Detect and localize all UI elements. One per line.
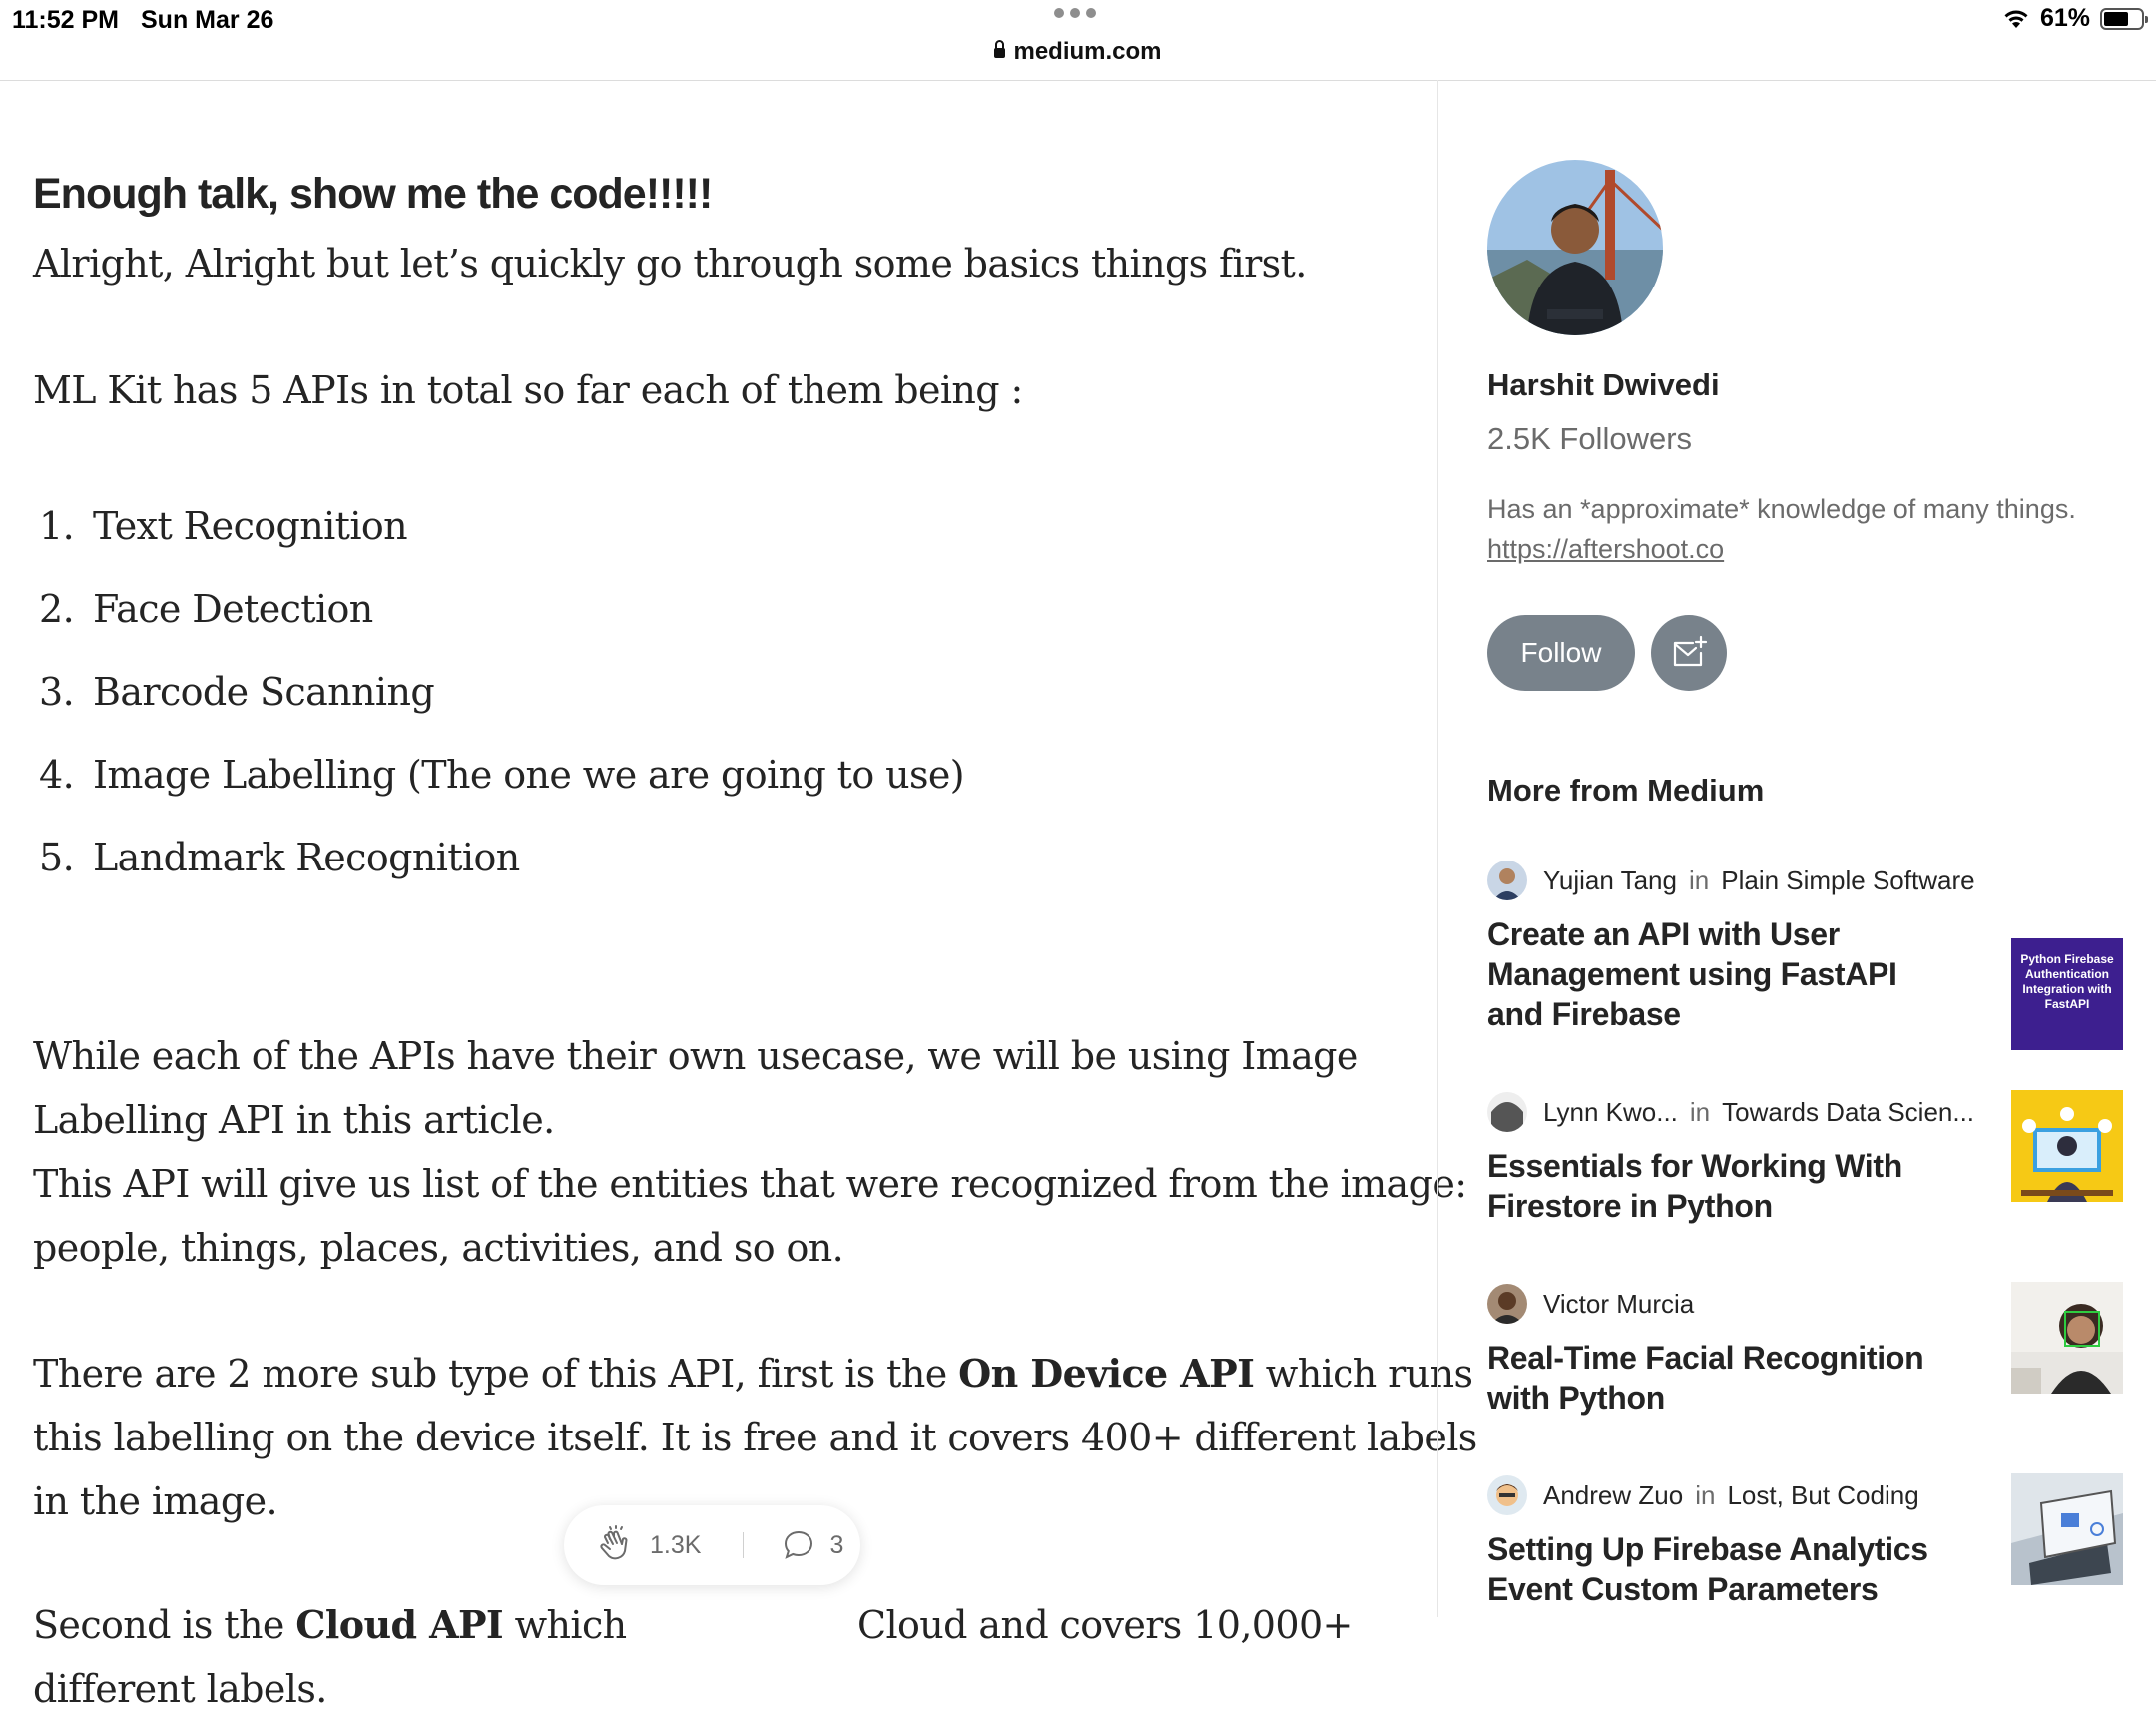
- text-span: which runs: [1254, 1352, 1473, 1396]
- sidebar-divider: [1437, 80, 1438, 1617]
- follow-button[interactable]: Follow: [1487, 615, 1635, 691]
- list-item: 5. Landmark Recognition: [33, 826, 964, 908]
- story-thumbnail[interactable]: [2011, 1282, 2123, 1394]
- author-avatar: [1487, 1284, 1527, 1324]
- subscribe-email-button[interactable]: [1651, 615, 1727, 691]
- story-title[interactable]: Essentials for Working With Firestore in…: [1487, 1146, 1956, 1226]
- list-item: 3. Barcode Scanning: [33, 660, 964, 743]
- list-number: 5.: [39, 836, 75, 879]
- author-avatar[interactable]: [1487, 160, 1663, 335]
- paragraph-line: This API will give us list of the entiti…: [33, 1162, 1467, 1206]
- list-item: 4. Image Labelling (The one we are going …: [33, 743, 965, 826]
- divider: [743, 1532, 745, 1558]
- mail-plus-icon: [1673, 635, 1708, 667]
- paragraph-line: this labelling on the device itself. It …: [33, 1416, 1477, 1459]
- bio-link[interactable]: https://aftershoot.co: [1487, 529, 2076, 569]
- text-span: There are 2 more sub type of this API, f…: [33, 1352, 959, 1396]
- clap-icon: [600, 1525, 628, 1560]
- paragraph-line: people, things, places, activities, and …: [33, 1226, 844, 1270]
- paragraph-line: Labelling API in this article.: [33, 1098, 555, 1142]
- comment-icon: [785, 1530, 813, 1559]
- paragraph-line: different labels.: [33, 1667, 327, 1711]
- lock-icon: [994, 40, 1006, 58]
- floating-action-bar: 1.3K 3: [564, 1505, 860, 1585]
- author-avatar: [1487, 860, 1527, 900]
- list-number: 3.: [39, 670, 75, 714]
- wifi-icon: [2004, 10, 2028, 28]
- author-name[interactable]: Harshit Dwivedi: [1487, 367, 1720, 403]
- bio-text: Has an *approximate* knowledge of many t…: [1487, 494, 2076, 524]
- api-list: 1. Text Recognition 2. Face Detection 3. Ba…: [33, 494, 965, 908]
- list-item: 2. Face Detection: [33, 577, 964, 660]
- status-time: 11:52 PM: [12, 6, 120, 34]
- list-number: 2.: [39, 587, 75, 631]
- recommended-story[interactable]: Lynn Kwo... in Towards Data Scien... Ess…: [1487, 1090, 2126, 1226]
- section-heading: Enough talk, show me the code!!!!!: [33, 170, 713, 218]
- battery-percent: 61%: [2039, 4, 2090, 32]
- clap-count: 1.3K: [650, 1530, 702, 1559]
- thumbnail-caption: Python Firebase Authentication Integrati…: [2020, 952, 2114, 1011]
- battery-icon: [2100, 7, 2148, 30]
- bold-cloud-api: Cloud API: [295, 1602, 504, 1647]
- address-bar[interactable]: medium.com: [0, 38, 2156, 66]
- story-title[interactable]: Setting Up Firebase Analytics Event Cust…: [1487, 1529, 1956, 1609]
- followers-count[interactable]: 2.5K Followers: [1487, 421, 1692, 457]
- story-title[interactable]: Real-Time Facial Recognition with Python: [1487, 1338, 1956, 1418]
- list-label: Barcode Scanning: [93, 670, 435, 714]
- author-avatar: [1487, 1092, 1527, 1132]
- text-span: Second is the: [33, 1603, 296, 1647]
- paragraph-line: Second is the Cloud API which: [33, 1593, 627, 1657]
- list-label: Landmark Recognition: [93, 836, 520, 879]
- list-label: Image Labelling (The one we are going to…: [93, 753, 965, 797]
- list-number: 4.: [39, 753, 75, 797]
- story-title[interactable]: Create an API with User Management using…: [1487, 914, 1956, 1034]
- story-thumbnail[interactable]: [2011, 1473, 2123, 1585]
- story-author[interactable]: Yujian Tang: [1543, 865, 1677, 896]
- in-label: in: [1689, 1096, 1711, 1127]
- list-number: 1.: [39, 504, 75, 548]
- paragraph-line: While each of the APIs have their own us…: [33, 1034, 1358, 1078]
- story-author[interactable]: Victor Murcia: [1543, 1289, 1694, 1320]
- apis-lead-paragraph: ML Kit has 5 APIs in total so far each o…: [33, 368, 1023, 412]
- list-item: 1. Text Recognition: [33, 494, 964, 577]
- responses-button[interactable]: 3: [782, 1528, 843, 1562]
- story-author[interactable]: Andrew Zuo: [1543, 1480, 1683, 1511]
- url-text: medium.com: [1013, 38, 1162, 65]
- story-author[interactable]: Lynn Kwo...: [1543, 1097, 1678, 1128]
- story-publication[interactable]: Lost, But Coding: [1727, 1480, 1918, 1511]
- more-from-medium-title: More from Medium: [1487, 773, 1765, 808]
- status-bar: 11:52 PM Sun Mar 26 medium.com 61%: [0, 0, 2156, 81]
- paragraph-line: in the image.: [33, 1479, 278, 1523]
- list-label: Text Recognition: [93, 504, 408, 548]
- story-thumbnail[interactable]: [2011, 1090, 2123, 1202]
- recommended-story[interactable]: Yujian Tang in Plain Simple Software Cre…: [1487, 859, 2126, 1050]
- story-publication[interactable]: Towards Data Scien...: [1722, 1097, 1974, 1128]
- text-span: which: [503, 1603, 628, 1647]
- story-publication[interactable]: Plain Simple Software: [1721, 865, 1974, 896]
- paragraph-line: There are 2 more sub type of this API, f…: [33, 1342, 1473, 1406]
- author-bio: Has an *approximate* knowledge of many t…: [1487, 489, 2076, 569]
- clap-button[interactable]: 1.3K: [596, 1525, 701, 1565]
- response-count: 3: [829, 1530, 844, 1559]
- bold-on-device-api: On Device API: [958, 1351, 1255, 1396]
- in-label: in: [1688, 864, 1710, 895]
- recommended-story[interactable]: Andrew Zuo in Lost, But Coding Setting U…: [1487, 1473, 2126, 1609]
- author-avatar: [1487, 1475, 1527, 1515]
- more-dots-icon[interactable]: [1054, 8, 1096, 18]
- recommended-story[interactable]: Victor Murcia Real-Time Facial Recogniti…: [1487, 1282, 2126, 1418]
- in-label: in: [1695, 1479, 1716, 1510]
- status-date: Sun Mar 26: [141, 6, 274, 34]
- story-thumbnail[interactable]: Python Firebase Authentication Integrati…: [2011, 938, 2123, 1050]
- intro-paragraph: Alright, Alright but let’s quickly go th…: [33, 242, 1307, 286]
- paragraph-line: Cloud and covers 10,000+: [857, 1603, 1353, 1647]
- list-label: Face Detection: [93, 587, 373, 631]
